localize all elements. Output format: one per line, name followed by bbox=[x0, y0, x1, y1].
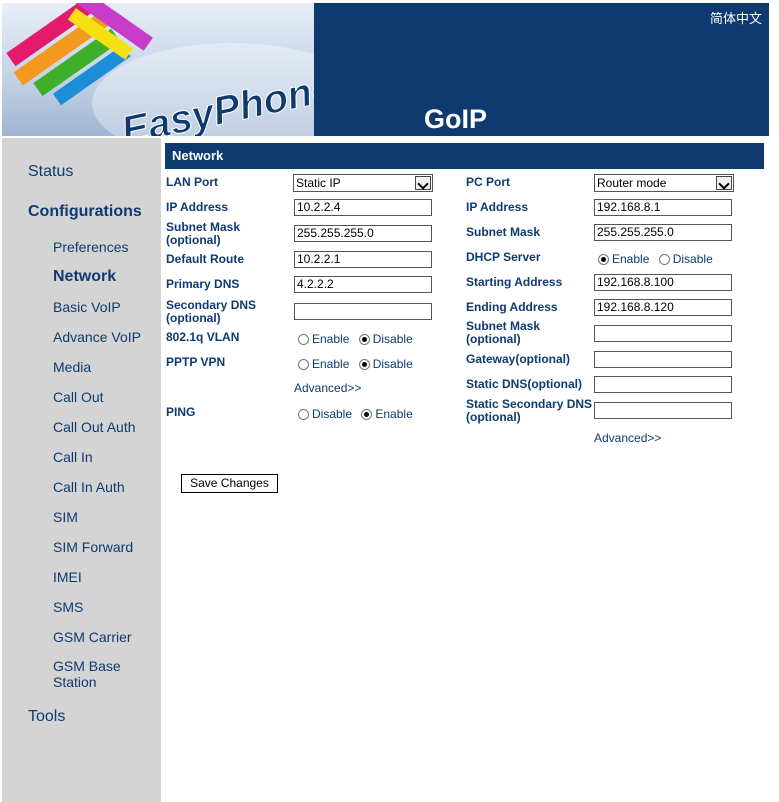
nav-call-out[interactable]: Call Out bbox=[53, 389, 104, 405]
nav-call-in[interactable]: Call In bbox=[53, 449, 93, 465]
section-title: Network bbox=[165, 143, 764, 169]
nav-media[interactable]: Media bbox=[53, 359, 91, 375]
nav-advance-voip[interactable]: Advance VoIP bbox=[53, 329, 141, 345]
static-secondary-dns-label: Static Secondary DNS (optional) bbox=[466, 398, 592, 424]
header-banner: EasyPhone GoIP 简体中文 bbox=[2, 3, 769, 136]
ping-disable-radio[interactable] bbox=[298, 409, 309, 420]
nav-imei[interactable]: IMEI bbox=[53, 569, 82, 585]
vlan-disable-label: Disable bbox=[372, 332, 413, 346]
lan-ip-label: IP Address bbox=[166, 200, 229, 214]
secondary-dns-input[interactable] bbox=[294, 303, 432, 320]
lan-port-label: LAN Port bbox=[166, 175, 218, 189]
dhcp-enable-label: Enable bbox=[612, 252, 650, 266]
nav-gsm-base-station[interactable]: GSM Base Station bbox=[53, 658, 143, 690]
pc-port-value: Router mode bbox=[597, 176, 667, 190]
pc-subnet-input[interactable]: 255.255.255.0 bbox=[594, 224, 732, 241]
vlan-radio-group: Enable Disable bbox=[298, 332, 413, 346]
pptp-enable-radio[interactable] bbox=[298, 359, 309, 370]
lan-subnet-label-line1: Subnet Mask bbox=[166, 220, 241, 234]
ending-address-label: Ending Address bbox=[466, 300, 558, 314]
nav-preferences[interactable]: Preferences bbox=[53, 239, 128, 255]
static-secondary-dns-input[interactable] bbox=[594, 402, 732, 419]
ping-label: PING bbox=[166, 405, 196, 419]
lan-ip-input[interactable]: 10.2.2.4 bbox=[294, 199, 432, 216]
vlan-enable-label: Enable bbox=[312, 332, 350, 346]
static-dns-input[interactable] bbox=[594, 376, 732, 393]
static-dns-label: Static DNS(optional) bbox=[466, 377, 582, 391]
gateway-input[interactable] bbox=[594, 351, 732, 368]
chevron-down-icon bbox=[415, 176, 431, 190]
nav-network[interactable]: Network bbox=[53, 268, 116, 286]
primary-dns-label: Primary DNS bbox=[166, 277, 240, 291]
lan-subnet-label-line2: (optional) bbox=[166, 233, 221, 247]
chevron-down-icon bbox=[716, 176, 732, 190]
vlan-disable-radio[interactable] bbox=[358, 334, 370, 345]
lan-subnet-input[interactable]: 255.255.255.0 bbox=[294, 225, 432, 242]
dhcp-radio-group: Enable Disable bbox=[598, 252, 713, 266]
starting-address-label: Starting Address bbox=[466, 275, 563, 289]
nav-sim[interactable]: SIM bbox=[53, 509, 78, 525]
lan-port-select[interactable]: Static IP bbox=[293, 174, 433, 192]
easyphone-logo: EasyPhone bbox=[2, 3, 314, 136]
nav-basic-voip[interactable]: Basic VoIP bbox=[53, 299, 121, 315]
pc-ip-label: IP Address bbox=[466, 200, 529, 214]
product-title: GoIP bbox=[424, 104, 488, 134]
dhcp-enable-radio[interactable] bbox=[598, 254, 609, 265]
secondary-dns-label-line2: (optional) bbox=[166, 311, 221, 325]
pptp-enable-label: Enable bbox=[312, 357, 350, 371]
lan-advanced-link[interactable]: Advanced>> bbox=[294, 381, 361, 395]
ping-enable-label: Enable bbox=[375, 407, 413, 421]
vlan-enable-radio[interactable] bbox=[298, 334, 309, 345]
pc-subnet2-label-line2: (optional) bbox=[466, 332, 521, 346]
nav-gsm-carrier[interactable]: GSM Carrier bbox=[53, 629, 132, 645]
pc-ip-input[interactable]: 192.168.8.1 bbox=[594, 199, 732, 216]
gateway-label: Gateway(optional) bbox=[466, 352, 571, 366]
pc-subnet2-input[interactable] bbox=[594, 325, 732, 342]
lan-port-value: Static IP bbox=[296, 176, 341, 190]
vlan-label: 802.1q VLAN bbox=[166, 330, 240, 344]
pc-subnet2-label-line1: Subnet Mask bbox=[466, 319, 541, 333]
ping-radio-group: Disable Enable bbox=[298, 407, 413, 421]
nav-sim-forward[interactable]: SIM Forward bbox=[53, 539, 133, 555]
starting-address-input[interactable]: 192.168.8.100 bbox=[594, 274, 732, 291]
nav-sms[interactable]: SMS bbox=[53, 599, 83, 615]
static-secondary-dns-label-line2: (optional) bbox=[466, 410, 521, 424]
nav-configurations[interactable]: Configurations bbox=[28, 203, 142, 221]
dhcp-disable-label: Disable bbox=[672, 252, 713, 266]
pc-port-select[interactable]: Router mode bbox=[594, 174, 734, 192]
pptp-disable-label: Disable bbox=[372, 357, 413, 371]
pc-subnet-label: Subnet Mask bbox=[466, 225, 541, 239]
pc-advanced-link[interactable]: Advanced>> bbox=[594, 431, 661, 445]
dhcp-label: DHCP Server bbox=[466, 250, 541, 264]
pc-subnet2-label: Subnet Mask (optional) bbox=[466, 320, 540, 346]
secondary-dns-label-line1: Secondary DNS bbox=[166, 298, 257, 312]
nav-tools[interactable]: Tools bbox=[28, 708, 65, 726]
primary-dns-input[interactable]: 4.2.2.2 bbox=[294, 276, 432, 293]
nav-call-out-auth[interactable]: Call Out Auth bbox=[53, 419, 136, 435]
ping-enable-radio[interactable] bbox=[361, 409, 373, 420]
save-changes-button[interactable]: Save Changes bbox=[181, 474, 278, 493]
default-route-label: Default Route bbox=[166, 252, 244, 266]
pc-port-label: PC Port bbox=[466, 175, 511, 189]
default-route-input[interactable]: 10.2.2.1 bbox=[294, 251, 432, 268]
nav-status[interactable]: Status bbox=[28, 163, 73, 181]
logo-graphic: EasyPhone bbox=[6, 3, 314, 136]
static-secondary-dns-label-line1: Static Secondary DNS bbox=[466, 397, 593, 411]
language-link[interactable]: 简体中文 bbox=[710, 8, 762, 27]
secondary-dns-label: Secondary DNS (optional) bbox=[166, 299, 256, 325]
pptp-radio-group: Enable Disable bbox=[298, 357, 413, 371]
nav-call-in-auth[interactable]: Call In Auth bbox=[53, 479, 125, 495]
main-content: Network LAN Port Static IP IP Address 10… bbox=[162, 138, 779, 802]
dhcp-disable-radio[interactable] bbox=[658, 254, 670, 265]
pptp-disable-radio[interactable] bbox=[358, 359, 370, 370]
ping-disable-label: Disable bbox=[312, 407, 353, 421]
lan-subnet-label: Subnet Mask (optional) bbox=[166, 221, 240, 247]
sidebar: Status Configurations Preferences Networ… bbox=[2, 138, 161, 802]
ending-address-input[interactable]: 192.168.8.120 bbox=[594, 299, 732, 316]
pptp-label: PPTP VPN bbox=[166, 355, 226, 369]
